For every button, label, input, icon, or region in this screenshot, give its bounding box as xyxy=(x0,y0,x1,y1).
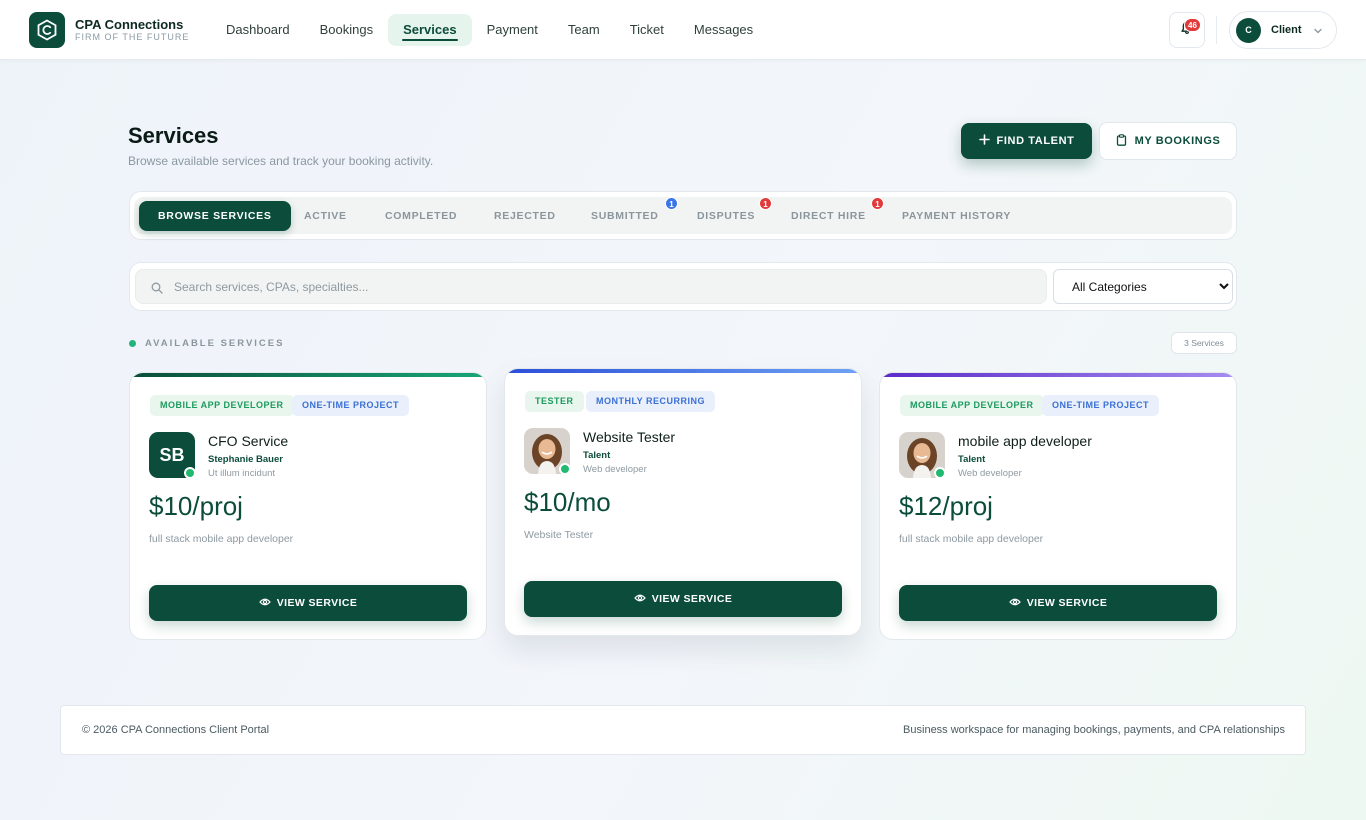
service-title: CFO Service xyxy=(208,433,289,449)
service-description: Website Tester xyxy=(524,529,594,541)
top-navigation-bar: CPA Connections FIRM OF THE FUTURE Dashb… xyxy=(0,0,1366,60)
plus-icon xyxy=(978,134,990,148)
tab-active[interactable]: ACTIVE xyxy=(304,201,347,231)
user-avatar: C xyxy=(1236,18,1261,43)
nav-item-services[interactable]: Services xyxy=(388,14,472,46)
submitted-count-badge: 1 xyxy=(665,197,678,210)
card-accent-bar xyxy=(130,373,486,377)
view-service-label: VIEW SERVICE xyxy=(276,597,358,609)
service-price: $12/proj xyxy=(899,491,993,521)
nav-divider xyxy=(1216,16,1217,44)
tab-direct-hire[interactable]: DIRECT HIRE xyxy=(791,201,866,231)
tab-submitted[interactable]: SUBMITTED xyxy=(591,201,659,231)
search-input[interactable] xyxy=(174,270,1034,303)
section-title: AVAILABLE SERVICES xyxy=(145,338,285,349)
nav-item-payment[interactable]: Payment xyxy=(472,14,553,46)
provider-avatar: SB xyxy=(149,432,196,479)
provider-initials: SB xyxy=(159,445,185,465)
footer-copyright: © 2026 CPA Connections Client Portal xyxy=(82,724,270,736)
service-price: $10/proj xyxy=(149,491,243,521)
view-service-button[interactable]: VIEW SERVICE xyxy=(149,585,467,621)
online-status-dot xyxy=(934,467,946,479)
nav-item-ticket[interactable]: Ticket xyxy=(615,14,679,46)
find-talent-label: FIND TALENT xyxy=(996,135,1075,147)
category-tag: MOBILE APP DEVELOPER xyxy=(900,395,1044,416)
online-status-dot xyxy=(184,467,196,479)
chevron-down-icon xyxy=(1312,24,1324,42)
billing-type-tag: MONTHLY RECURRING xyxy=(586,391,716,412)
view-service-label: VIEW SERVICE xyxy=(1026,597,1108,609)
footer-tagline: Business workspace for managing bookings… xyxy=(903,724,1285,736)
provider-avatar xyxy=(524,428,571,475)
tab-payment-history[interactable]: PAYMENT HISTORY xyxy=(902,201,1011,231)
service-description: full stack mobile app developer xyxy=(899,533,1044,545)
tab-rejected[interactable]: REJECTED xyxy=(494,201,556,231)
section-status-dot xyxy=(129,340,136,347)
provider-role: Web developer xyxy=(583,464,647,475)
eye-icon xyxy=(633,593,646,606)
provider-name[interactable]: Talent xyxy=(958,454,985,465)
service-tabs-track: BROWSE SERVICES ACTIVE COMPLETED REJECTE… xyxy=(134,197,1232,234)
nav-item-messages[interactable]: Messages xyxy=(679,14,768,46)
tab-browse-services[interactable]: BROWSE SERVICES xyxy=(139,201,291,231)
tab-disputes[interactable]: DISPUTES xyxy=(697,201,755,231)
services-count-badge: 3 Services xyxy=(1171,332,1237,354)
search-box xyxy=(135,269,1047,304)
page-subtitle: Browse available services and track your… xyxy=(128,154,434,168)
service-card-cfo-service: MOBILE APP DEVELOPER ONE-TIME PROJECT SB… xyxy=(129,372,487,640)
provider-name[interactable]: Stephanie Bauer xyxy=(208,454,283,465)
clipboard-icon xyxy=(1116,133,1127,149)
eye-icon xyxy=(1008,597,1021,610)
nav-item-team[interactable]: Team xyxy=(553,14,615,46)
direct-hire-count-badge: 1 xyxy=(871,197,884,210)
notifications-count-badge: 46 xyxy=(1184,18,1201,32)
my-bookings-label: MY BOOKINGS xyxy=(1134,135,1221,147)
billing-type-tag: ONE-TIME PROJECT xyxy=(292,395,410,416)
service-title: Website Tester xyxy=(583,429,676,445)
find-talent-button[interactable]: FIND TALENT xyxy=(961,123,1092,159)
brand-tagline: FIRM OF THE FUTURE xyxy=(75,32,190,42)
nav-item-bookings[interactable]: Bookings xyxy=(305,14,388,46)
view-service-label: VIEW SERVICE xyxy=(651,593,733,605)
nav-item-dashboard[interactable]: Dashboard xyxy=(211,14,305,46)
service-price: $10/mo xyxy=(524,487,611,517)
brand-logo-icon[interactable] xyxy=(29,12,65,48)
page-title: Services xyxy=(128,123,219,148)
service-description: full stack mobile app developer xyxy=(149,533,294,545)
service-card-website-tester: TESTER MONTHLY RECURRING Website Tester … xyxy=(504,368,862,636)
search-filter-bar: All Categories xyxy=(129,262,1237,311)
online-status-dot xyxy=(559,463,571,475)
notifications-button[interactable]: 46 xyxy=(1169,12,1205,48)
page-footer: © 2026 CPA Connections Client Portal Bus… xyxy=(60,705,1306,755)
search-icon xyxy=(151,281,163,299)
provider-name[interactable]: Talent xyxy=(583,450,610,461)
category-tag: TESTER xyxy=(525,391,584,412)
provider-avatar xyxy=(899,432,946,479)
tab-completed[interactable]: COMPLETED xyxy=(385,201,457,231)
card-accent-bar xyxy=(880,373,1236,377)
service-tabs: BROWSE SERVICES ACTIVE COMPLETED REJECTE… xyxy=(129,191,1237,240)
service-title: mobile app developer xyxy=(958,433,1092,449)
card-accent-bar xyxy=(505,369,861,373)
provider-role: Ut illum incidunt xyxy=(208,468,276,479)
provider-role: Web developer xyxy=(958,468,1022,479)
disputes-count-badge: 1 xyxy=(759,197,772,210)
brand-name: CPA Connections xyxy=(75,17,184,32)
eye-icon xyxy=(258,597,271,610)
category-tag: MOBILE APP DEVELOPER xyxy=(150,395,294,416)
main-nav: Dashboard Bookings Services Payment Team… xyxy=(211,14,768,46)
my-bookings-button[interactable]: MY BOOKINGS xyxy=(1099,122,1237,160)
user-menu-button[interactable]: C Client xyxy=(1229,11,1337,49)
billing-type-tag: ONE-TIME PROJECT xyxy=(1042,395,1160,416)
category-select[interactable]: All Categories xyxy=(1053,269,1233,304)
service-card-mobile-app-developer: MOBILE APP DEVELOPER ONE-TIME PROJECT mo… xyxy=(879,372,1237,640)
view-service-button[interactable]: VIEW SERVICE xyxy=(524,581,842,617)
view-service-button[interactable]: VIEW SERVICE xyxy=(899,585,1217,621)
user-role-label: Client xyxy=(1271,24,1302,36)
